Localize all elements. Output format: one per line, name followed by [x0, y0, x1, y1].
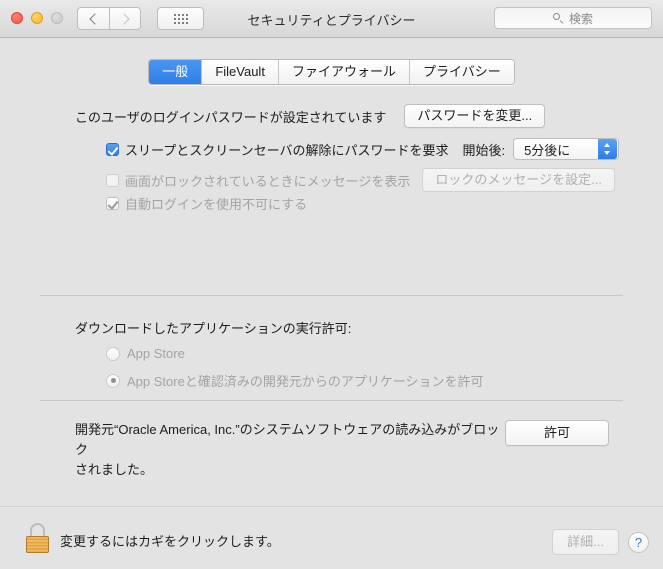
blocked-software-row: 開発元“Oracle America, Inc.”のシステムソフトウェアの読み込… [75, 420, 610, 480]
tab-bar: 一般 FileVault ファイアウォール プライバシー [0, 59, 663, 85]
disable-auto-login-label: 自動ログインを使用不可にする [125, 197, 308, 212]
search-icon [552, 12, 564, 24]
app-download-heading: ダウンロードしたアプリケーションの実行許可: [75, 321, 352, 336]
change-password-button[interactable]: パスワードを変更... [404, 104, 546, 128]
app-store-identified-radio-label: App Storeと確認済みの開発元からのアプリケーションを許可 [127, 374, 484, 389]
app-store-identified-radio-row: App Storeと確認済みの開発元からのアプリケーションを許可 [106, 371, 484, 390]
app-store-identified-radio[interactable] [106, 373, 120, 388]
disable-auto-login-row: 自動ログインを使用不可にする [106, 194, 307, 213]
delay-label: 開始後: [462, 142, 506, 158]
general-pane: このユーザのログインパスワードが設定されています パスワードを変更... スリー… [0, 88, 663, 507]
lock-message-row: 画面がロックされているときにメッセージを表示 ロックのメッセージを設定... [106, 168, 615, 192]
allow-button[interactable]: 許可 [505, 420, 610, 446]
require-password-label: スリープとスクリーンセーバの解除にパスワードを要求 [125, 142, 449, 158]
section-divider-1 [40, 295, 623, 296]
lock-message-label: 画面がロックされているときにメッセージを表示 [125, 173, 411, 189]
require-password-checkbox[interactable] [106, 142, 119, 156]
lock-hint-text: 変更するにはカギをクリックします。 [60, 534, 280, 549]
set-lock-message-button: ロックのメッセージを設定... [422, 168, 615, 192]
app-store-radio-label: App Store [127, 346, 185, 361]
blocked-software-message: 開発元“Oracle America, Inc.”のシステムソフトウェアの読み込… [75, 420, 505, 480]
title-bar: セキュリティとプライバシー 検索 [0, 0, 663, 38]
blocked-software-line-2: されました。 [75, 462, 154, 477]
footer-buttons: 詳細... ? [552, 529, 649, 555]
lock-closed-icon[interactable] [26, 523, 49, 553]
section-divider-2 [40, 400, 623, 401]
delay-value: 5分後に [524, 142, 571, 158]
help-button[interactable]: ? [628, 531, 649, 553]
search-placeholder: 検索 [568, 11, 593, 26]
require-password-delay-popup[interactable]: 5分後に [513, 138, 619, 160]
password-status-row: このユーザのログインパスワードが設定されています パスワードを変更... [75, 104, 546, 128]
app-store-radio-row: App Store [106, 346, 185, 361]
footer-bar: 変更するにはカギをクリックします。 詳細... ? [0, 506, 663, 569]
tab-privacy[interactable]: プライバシー [409, 60, 514, 84]
blocked-software-line-1: 開発元“Oracle America, Inc.”のシステムソフトウェアの読み込… [75, 422, 500, 457]
lock-message-checkbox[interactable] [106, 173, 119, 187]
tab-filevault[interactable]: FileVault [202, 60, 279, 84]
require-password-row: スリープとスクリーンセーバの解除にパスワードを要求 開始後: 5分後に [106, 138, 619, 160]
app-download-heading-row: ダウンロードしたアプリケーションの実行許可: [75, 318, 351, 337]
tab-firewall[interactable]: ファイアウォール [278, 60, 410, 84]
app-store-radio[interactable] [106, 346, 120, 361]
search-field[interactable]: 検索 [494, 7, 652, 29]
disable-auto-login-checkbox[interactable] [106, 197, 119, 210]
stepper-arrows-icon[interactable] [598, 139, 618, 159]
tab-general[interactable]: 一般 [149, 60, 203, 84]
password-status-label: このユーザのログインパスワードが設定されています [75, 109, 387, 125]
advanced-button: 詳細... [552, 529, 619, 555]
system-preferences-window: セキュリティとプライバシー 検索 一般 FileVault ファイアウォール プ… [0, 0, 663, 569]
